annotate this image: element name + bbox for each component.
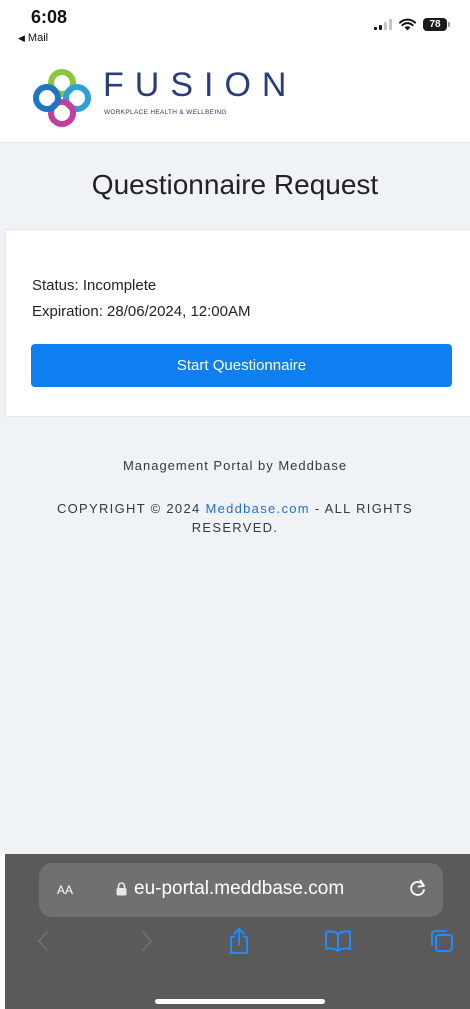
meddbase-link[interactable]: Meddbase.com	[205, 501, 309, 516]
back-triangle-icon: ◀	[18, 32, 25, 43]
cellular-signal-icon	[374, 19, 392, 30]
page-title: Questionnaire Request	[91, 169, 379, 200]
status-text: Status: Incomplete	[32, 277, 157, 294]
home-indicator[interactable]	[155, 999, 325, 1004]
back-app-label: Mail	[27, 32, 49, 44]
reload-icon[interactable]	[407, 877, 429, 899]
share-icon[interactable]	[224, 926, 254, 956]
site-header: FUSION WORKPLACE HEALTH & WELLBEING	[0, 52, 470, 142]
bookmarks-icon[interactable]	[323, 926, 353, 956]
copyright-prefix: COPYRIGHT © 2024	[56, 501, 206, 516]
browser-bottom-bar: AA eu-portal.meddbase.com	[5, 854, 470, 1009]
lock-icon	[116, 882, 127, 896]
battery-icon: 78	[423, 18, 447, 31]
portal-credit: Management Portal by Meddbase	[122, 458, 348, 473]
back-to-mail-link[interactable]: ◀ Mail	[18, 32, 48, 44]
logo-tagline: WORKPLACE HEALTH & WELLBEING	[104, 109, 227, 116]
status-bar: 6:08 ◀ Mail 78	[0, 0, 470, 52]
aa-label: AA	[57, 883, 74, 897]
status-icons: 78	[374, 18, 450, 31]
start-questionnaire-button[interactable]: Start Questionnaire	[31, 344, 452, 387]
wifi-icon	[399, 18, 416, 31]
questionnaire-card: Status: Incomplete Expiration: 28/06/202…	[5, 229, 470, 417]
battery-tip	[448, 22, 450, 27]
expiration-text: Expiration: 28/06/2024, 12:00AM	[32, 303, 251, 320]
tabs-icon[interactable]	[427, 926, 457, 956]
url-text: eu-portal.meddbase.com	[134, 878, 345, 899]
address-bar[interactable]: AA eu-portal.meddbase.com	[39, 863, 443, 917]
fusion-logo-icon	[33, 69, 91, 127]
main-content: Questionnaire Request Status: Incomplete…	[0, 142, 470, 854]
copyright-text: COPYRIGHT © 2024 Meddbase.com - ALL RIGH…	[30, 499, 440, 537]
status-time: 6:08	[31, 7, 68, 27]
browser-toolbar	[5, 926, 470, 966]
back-icon[interactable]	[28, 926, 58, 956]
page-settings-button[interactable]: AA	[57, 879, 73, 899]
logo-wordmark: FUSION	[103, 66, 298, 104]
forward-icon[interactable]	[132, 926, 162, 956]
